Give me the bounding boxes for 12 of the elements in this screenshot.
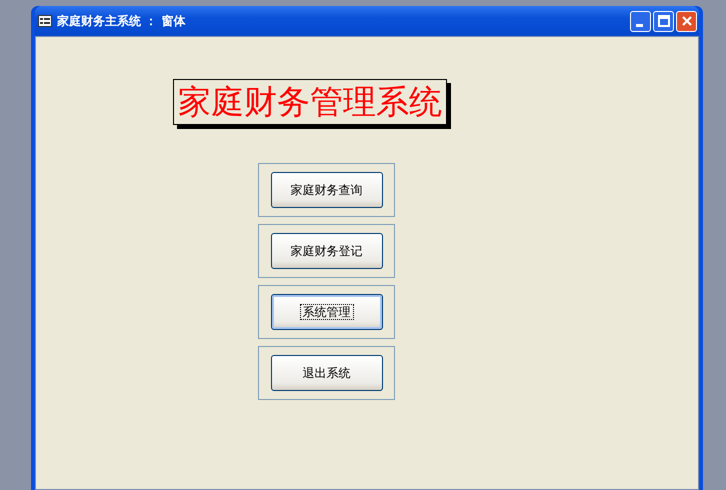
maximize-icon [658,15,670,27]
menu-button[interactable]: 退出系统 [270,355,382,391]
menu-button[interactable]: 家庭财务查询 [270,172,382,208]
menu-button[interactable]: 系统管理 [270,294,382,330]
close-button[interactable] [676,10,697,32]
minimize-icon [636,24,642,26]
form-icon [38,15,52,27]
window-title: 家庭财务主系统 ： 窗体 [57,13,186,30]
maximize-button[interactable] [653,10,674,32]
menu-button[interactable]: 家庭财务登记 [270,233,382,269]
minimize-button[interactable] [630,10,651,32]
close-icon [680,15,692,27]
